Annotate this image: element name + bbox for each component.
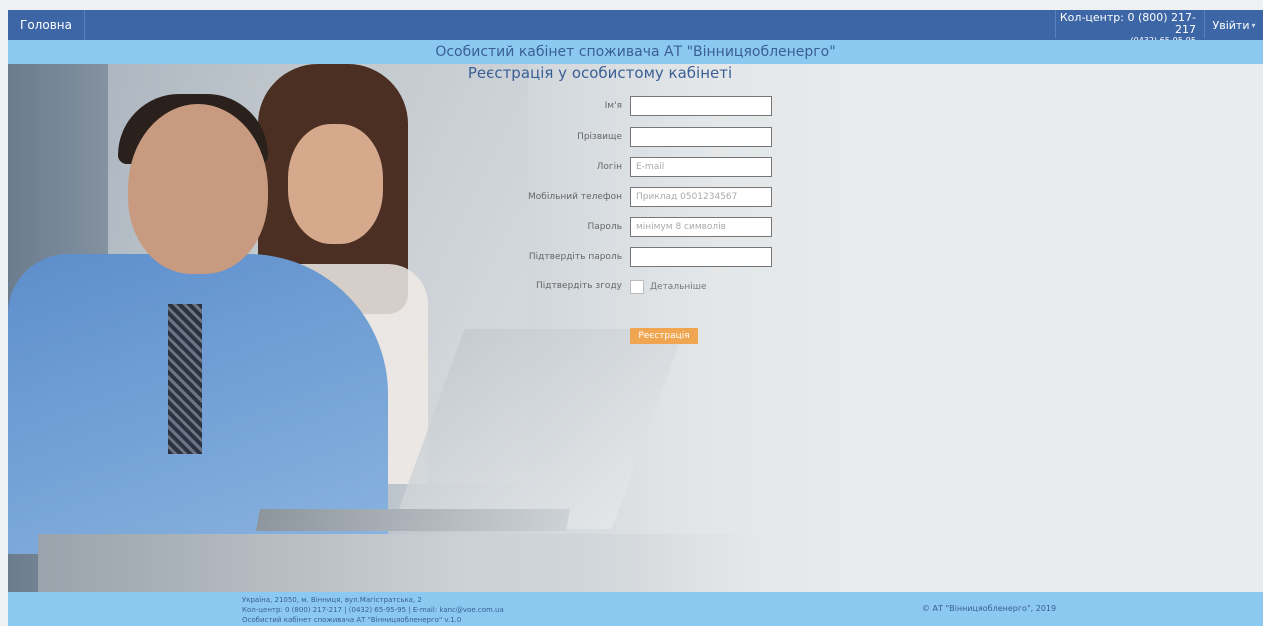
field-row-last-name: Прізвище bbox=[460, 127, 820, 149]
field-row-confirm-password: Підтвердіть пароль bbox=[460, 247, 820, 269]
caret-down-icon: ▾ bbox=[1251, 20, 1256, 30]
footer-version: Особистий кабінет споживача АТ "Вінницяо… bbox=[242, 616, 462, 624]
register-button[interactable]: Реєстрація bbox=[630, 328, 698, 344]
consent-label: Підтвердіть згоду bbox=[536, 281, 622, 291]
consent-checkbox[interactable] bbox=[630, 280, 644, 294]
laptop-base bbox=[256, 509, 570, 531]
first-name-input[interactable] bbox=[630, 96, 772, 116]
password-input[interactable] bbox=[630, 217, 772, 237]
woman-face bbox=[288, 124, 383, 244]
form-heading: Реєстрація у особистому кабінеті bbox=[467, 64, 733, 82]
login-dropdown[interactable]: Увійти ▾ bbox=[1205, 10, 1263, 40]
callcenter-line1: Кол-центр: 0 (800) 217-217 bbox=[1059, 11, 1196, 36]
first-name-label: Ім'я bbox=[604, 101, 622, 111]
footer-address: Україна, 21050, м. Вінниця, вул.Магістра… bbox=[242, 596, 422, 604]
phone-label: Мобільний телефон bbox=[528, 192, 622, 202]
top-navbar: Головна Кол-центр: 0 (800) 217-217 (0432… bbox=[8, 10, 1263, 45]
footer-contacts: Україна, 21050, м. Вінниця, вул.Магістра… bbox=[242, 595, 504, 625]
man-tie bbox=[168, 304, 202, 454]
field-row-login: Логін bbox=[460, 157, 820, 179]
footer-contact-line: Кол-центр: 0 (800) 217-217 | (0432) 65-9… bbox=[242, 606, 504, 614]
field-row-consent: Підтвердіть згоду Детальніше bbox=[460, 276, 820, 298]
consent-details-link[interactable]: Детальніше bbox=[650, 282, 707, 292]
login-email-input[interactable] bbox=[630, 157, 772, 177]
man-head bbox=[128, 104, 268, 274]
page-title: Особистий кабінет споживача АТ "Вінницяо… bbox=[435, 44, 836, 60]
login-label: Увійти bbox=[1212, 18, 1250, 32]
login-label-field: Логін bbox=[596, 162, 622, 172]
phone-input[interactable] bbox=[630, 187, 772, 207]
last-name-input[interactable] bbox=[630, 127, 772, 147]
footer-copyright: © АТ "Вінницяобленерго", 2019 bbox=[922, 604, 1057, 613]
consent-group: Детальніше bbox=[630, 280, 707, 294]
confirm-password-label: Підтвердіть пароль bbox=[528, 252, 622, 262]
confirm-password-input[interactable] bbox=[630, 247, 772, 267]
page-title-bar: Особистий кабінет споживача АТ "Вінницяо… bbox=[8, 40, 1263, 64]
field-row-password: Пароль bbox=[460, 217, 820, 239]
field-row-first-name: Ім'я bbox=[460, 96, 820, 118]
desk bbox=[38, 534, 758, 592]
password-label: Пароль bbox=[587, 222, 622, 232]
callcenter-info: Кол-центр: 0 (800) 217-217 (0432) 65-95-… bbox=[1055, 10, 1205, 45]
field-row-phone: Мобільний телефон bbox=[460, 187, 820, 209]
nav-home-link[interactable]: Головна bbox=[8, 10, 85, 40]
last-name-label: Прізвище bbox=[577, 132, 622, 142]
footer: Україна, 21050, м. Вінниця, вул.Магістра… bbox=[8, 592, 1263, 626]
